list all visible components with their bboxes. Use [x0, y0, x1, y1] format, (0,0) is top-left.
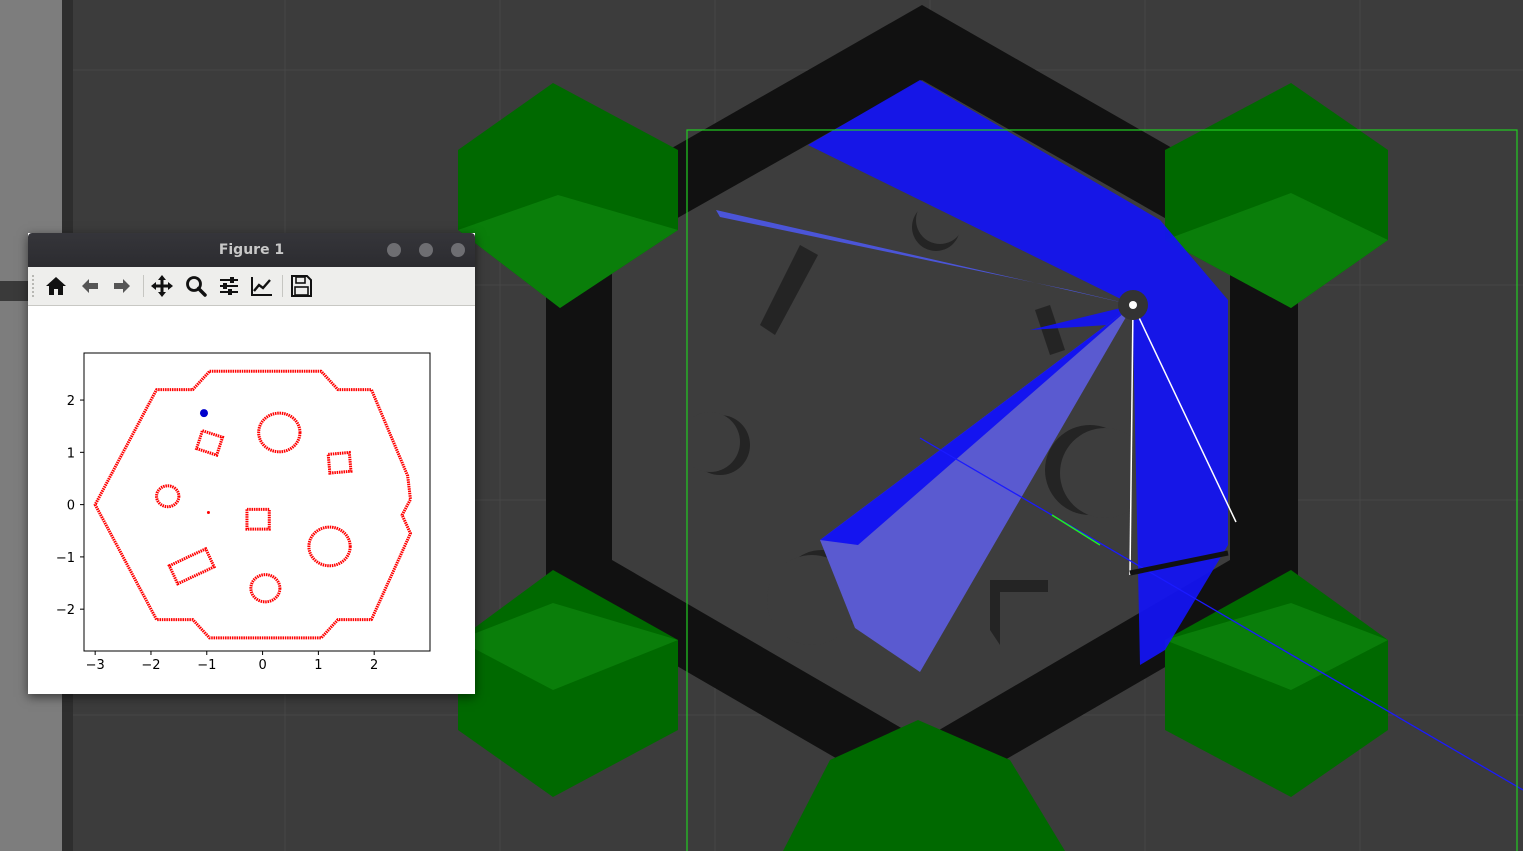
x-tick-label: −1 — [197, 658, 216, 673]
back-button[interactable] — [76, 272, 104, 300]
x-tick-label: 1 — [314, 658, 322, 673]
y-tick-label: −2 — [56, 603, 75, 618]
move-icon — [151, 275, 173, 297]
home-button[interactable] — [42, 272, 70, 300]
map-point — [206, 510, 210, 514]
maximize-button[interactable] — [419, 243, 433, 257]
y-tick-label: 1 — [67, 446, 75, 461]
map-box-obstacle — [194, 428, 225, 458]
window-titlebar[interactable]: Figure 1 — [28, 233, 475, 267]
map-round-obstacle — [257, 411, 302, 454]
x-tick-label: −2 — [141, 658, 160, 673]
minimize-button[interactable] — [387, 243, 401, 257]
save-button[interactable] — [287, 272, 315, 300]
figure-toolbar — [28, 267, 475, 306]
y-tick-label: 0 — [67, 499, 75, 514]
figure-window[interactable]: Figure 1 −3 −2 −1 0 1 2 −2 −1 0 1 2 — [28, 233, 475, 694]
line-chart-icon — [251, 277, 272, 296]
map-box-obstacle — [167, 546, 217, 586]
map-box-obstacle — [245, 507, 271, 531]
x-tick-label: 2 — [370, 658, 378, 673]
toolbar-separator — [143, 275, 144, 297]
y-tick-label: 2 — [67, 394, 75, 409]
pan-button[interactable] — [148, 272, 176, 300]
close-button[interactable] — [451, 243, 465, 257]
map-box-obstacle — [326, 450, 353, 475]
robot[interactable] — [1118, 290, 1148, 320]
home-icon — [46, 277, 66, 295]
arrow-right-icon — [114, 279, 130, 293]
x-tick-label: 0 — [258, 658, 266, 673]
plot-canvas[interactable]: −3 −2 −1 0 1 2 −2 −1 0 1 2 — [28, 306, 475, 694]
configure-subplots-button[interactable] — [215, 272, 243, 300]
forward-button[interactable] — [108, 272, 136, 300]
toolbar-separator — [282, 275, 283, 297]
robot-position-marker — [199, 409, 208, 418]
sliders-icon — [220, 277, 238, 295]
arrow-left-icon — [82, 279, 98, 293]
map-round-obstacle — [307, 525, 352, 568]
save-icon — [291, 275, 312, 297]
scatter-chart[interactable]: −3 −2 −1 0 1 2 −2 −1 0 1 2 — [28, 306, 475, 694]
map-round-obstacle — [249, 573, 282, 604]
window-title: Figure 1 — [218, 242, 285, 258]
zoom-icon — [186, 276, 207, 297]
panel-tab[interactable] — [0, 281, 28, 301]
edit-axes-button[interactable] — [248, 272, 276, 300]
map-round-obstacle — [155, 484, 181, 509]
map-outer-wall — [93, 369, 412, 640]
toolbar-grip — [32, 275, 34, 297]
zoom-button[interactable] — [182, 272, 210, 300]
y-tick-label: −1 — [56, 551, 75, 566]
x-tick-label: −3 — [86, 658, 105, 673]
